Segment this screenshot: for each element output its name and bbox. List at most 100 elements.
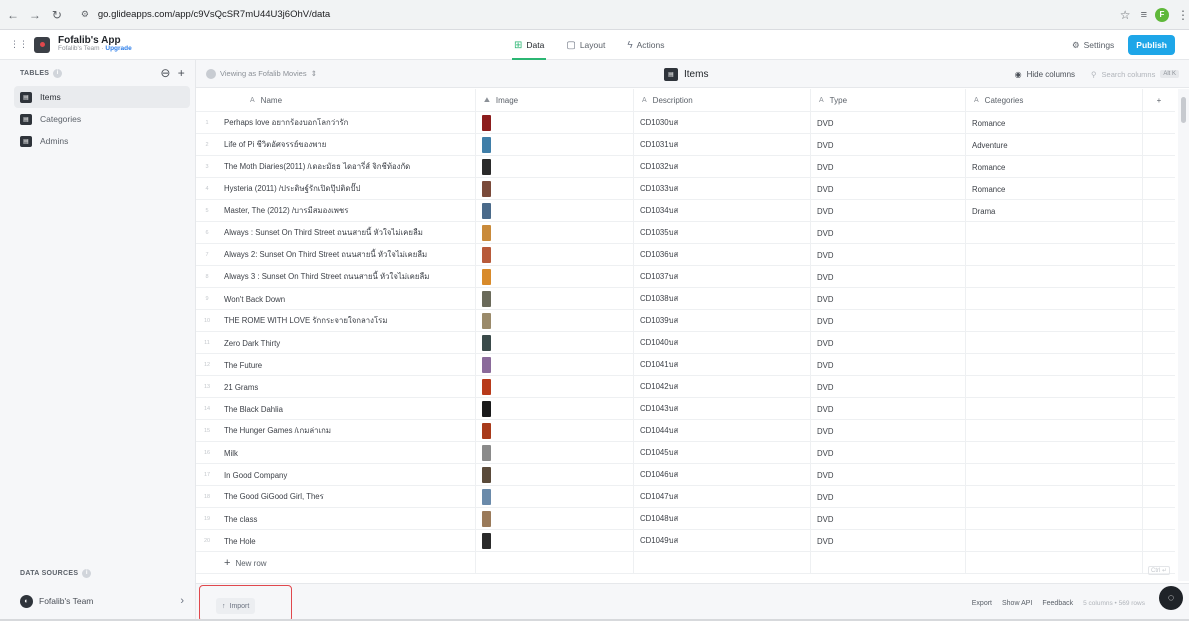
cell-categories[interactable] [966, 442, 1143, 464]
cell-type[interactable]: DVD [811, 376, 966, 398]
cell-description[interactable]: CD1037บส [634, 266, 811, 288]
cell-description[interactable]: CD1036บส [634, 244, 811, 266]
cell-image[interactable] [476, 178, 634, 200]
search-columns-input[interactable]: ⚲ Search columns Alt K [1091, 70, 1179, 79]
cell-image[interactable] [476, 420, 634, 442]
cell-categories[interactable] [966, 266, 1143, 288]
add-table-icon[interactable]: + [178, 66, 185, 80]
cell-name[interactable]: Master, The (2012) /บารมีสมองเพชร [218, 200, 476, 222]
table-row[interactable]: 6 Always : Sunset On Third Street ถนนสายน… [196, 222, 1175, 244]
cell-name[interactable]: Always 3 : Sunset On Third Street ถนนสาย… [218, 266, 476, 288]
table-row[interactable]: 19 The class CD1048บส DVD [196, 508, 1175, 530]
cell-categories[interactable]: Adventure [966, 134, 1143, 156]
hide-columns-button[interactable]: ◉ Hide columns [1015, 70, 1075, 79]
cell-description[interactable]: CD1047บส [634, 486, 811, 508]
table-row[interactable]: 13 21 Grams CD1042บส DVD [196, 376, 1175, 398]
cell-name[interactable]: The Good GiGood Girl, Theร [218, 486, 476, 508]
cell-description[interactable]: CD1040บส [634, 332, 811, 354]
cell-categories[interactable]: Romance [966, 156, 1143, 178]
cell-type[interactable]: DVD [811, 486, 966, 508]
cell-name[interactable]: The Future [218, 354, 476, 376]
cell-categories[interactable] [966, 310, 1143, 332]
site-info-icon[interactable]: ⚙ [78, 8, 92, 22]
cell-name[interactable]: In Good Company [218, 464, 476, 486]
table-row[interactable]: 4 Hysteria (2011) /ประดิษฐ์รักเปิดปุ๊ปติด… [196, 178, 1175, 200]
cell-type[interactable]: DVD [811, 288, 966, 310]
cell-name[interactable]: Zero Dark Thirty [218, 332, 476, 354]
table-row[interactable]: 18 The Good GiGood Girl, Theร CD1047บส DVD [196, 486, 1175, 508]
sidebar-item-admins[interactable]: ▤ Admins [14, 130, 190, 152]
column-header-categories[interactable]: A Categories [966, 89, 1143, 112]
cell-categories[interactable] [966, 420, 1143, 442]
cell-categories[interactable] [966, 508, 1143, 530]
cell-name[interactable]: Milk [218, 442, 476, 464]
table-row[interactable]: 8 Always 3 : Sunset On Third Street ถนนสา… [196, 266, 1175, 288]
data-editor-icon[interactable]: ⊖ [160, 66, 170, 80]
cell-image[interactable] [476, 354, 634, 376]
cell-image[interactable] [476, 288, 634, 310]
cell-description[interactable]: CD1044บส [634, 420, 811, 442]
app-icon[interactable] [34, 36, 50, 53]
table-row[interactable]: 16 Milk CD1045บส DVD [196, 442, 1175, 464]
chat-support-icon[interactable]: ◌ [1159, 586, 1183, 610]
cell-type[interactable]: DVD [811, 398, 966, 420]
cell-image[interactable] [476, 442, 634, 464]
cell-name[interactable]: THE ROME WITH LOVE รักกระจายใจกลางโรม [218, 310, 476, 332]
apps-grid-icon[interactable]: ⋮⋮ [10, 39, 28, 50]
column-header-type[interactable]: A Type [811, 89, 966, 112]
cell-image[interactable] [476, 134, 634, 156]
cell-image[interactable] [476, 310, 634, 332]
cell-type[interactable]: DVD [811, 420, 966, 442]
cell-image[interactable] [476, 376, 634, 398]
cell-image[interactable] [476, 530, 634, 552]
cell-categories[interactable] [966, 376, 1143, 398]
table-row[interactable]: 20 The Hole CD1049บส DVD [196, 530, 1175, 552]
cell-categories[interactable] [966, 530, 1143, 552]
feedback-link[interactable]: Feedback [1042, 600, 1073, 607]
cell-description[interactable]: CD1038บส [634, 288, 811, 310]
cell-type[interactable]: DVD [811, 200, 966, 222]
table-row[interactable]: 7 Always 2: Sunset On Third Street ถนนสาย… [196, 244, 1175, 266]
cell-categories[interactable] [966, 464, 1143, 486]
table-row[interactable]: 3 The Moth Diaries(2011) /เดอะมัธธ ไดอารี… [196, 156, 1175, 178]
tab-layout[interactable]: ▢ Layout [566, 30, 605, 60]
export-link[interactable]: Export [972, 600, 992, 607]
import-button[interactable]: ↑ Import [216, 598, 256, 614]
cell-name[interactable]: Hysteria (2011) /ประดิษฐ์รักเปิดปุ๊ปติดป… [218, 178, 476, 200]
bookmark-star-icon[interactable]: ☆ [1120, 8, 1131, 22]
cell-description[interactable]: CD1031บส [634, 134, 811, 156]
cell-description[interactable]: CD1032บส [634, 156, 811, 178]
cell-categories[interactable] [966, 332, 1143, 354]
data-source-item[interactable]: ◐ Fofalib's Team › [0, 590, 196, 612]
cell-name[interactable]: 21 Grams [218, 376, 476, 398]
cell-name[interactable]: The Black Dahlia [218, 398, 476, 420]
cell-categories[interactable] [966, 486, 1143, 508]
cell-description[interactable]: CD1043บส [634, 398, 811, 420]
table-row[interactable]: 12 The Future CD1041บส DVD [196, 354, 1175, 376]
profile-avatar[interactable]: F [1154, 7, 1169, 22]
column-header-name[interactable]: A Name [218, 89, 476, 112]
vertical-scrollbar[interactable] [1178, 89, 1189, 581]
cell-description[interactable]: CD1048บส [634, 508, 811, 530]
column-header-image[interactable]: ⛰ Image [476, 89, 634, 112]
cell-description[interactable]: CD1030บส [634, 112, 811, 134]
cell-type[interactable]: DVD [811, 156, 966, 178]
table-row[interactable]: 14 The Black Dahlia CD1043บส DVD [196, 398, 1175, 420]
cell-categories[interactable] [966, 354, 1143, 376]
cell-type[interactable]: DVD [811, 530, 966, 552]
cell-type[interactable]: DVD [811, 178, 966, 200]
cell-type[interactable]: DVD [811, 464, 966, 486]
cell-type[interactable]: DVD [811, 332, 966, 354]
cell-description[interactable]: CD1045บส [634, 442, 811, 464]
reload-icon[interactable]: ↻ [48, 6, 66, 24]
cell-type[interactable]: DVD [811, 354, 966, 376]
cell-image[interactable] [476, 112, 634, 134]
cell-categories[interactable] [966, 244, 1143, 266]
info-icon[interactable]: i [82, 568, 92, 578]
cell-name[interactable]: Always : Sunset On Third Street ถนนสายนี… [218, 222, 476, 244]
cell-categories[interactable] [966, 398, 1143, 420]
cell-name[interactable]: The Hunger Games /เกมล่าเกม [218, 420, 476, 442]
cell-name[interactable]: Won't Back Down [218, 288, 476, 310]
cell-description[interactable]: CD1041บส [634, 354, 811, 376]
sidebar-item-categories[interactable]: ▤ Categories [14, 108, 190, 130]
